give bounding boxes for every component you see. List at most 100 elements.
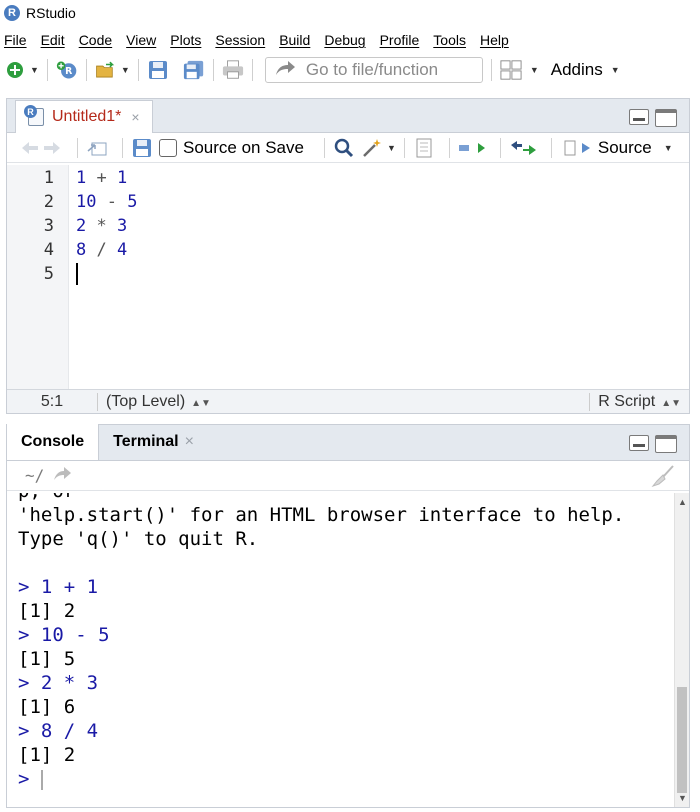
toolbar-divider [448,137,450,158]
updown-arrows-icon: ▲▼ [661,397,681,409]
new-file-icon[interactable] [4,59,26,81]
toolbar-divider [490,59,492,81]
menu-bar: File Edit Code View Plots Session Build … [0,28,700,52]
addins-label: Addins [550,60,603,79]
console-command: > 1 + 1 [18,576,99,598]
toolbar-divider [323,137,325,158]
menu-help[interactable]: Help [480,32,509,48]
console-result: [1] 5 [18,648,76,670]
toolbar-divider [85,59,87,81]
source-pane-window-controls [629,109,677,127]
console-command: > 8 / 4 [18,720,99,742]
new-file-dropdown-icon[interactable]: ▼ [30,65,39,75]
menu-profile[interactable]: Profile [380,32,420,48]
line-number: 2 [43,192,54,212]
menu-file[interactable]: File [4,32,27,48]
source-tab-bar: R Untitled1* × [7,99,689,133]
console-pane: Console Terminal × ~/ p, or 'help.start(… [6,424,690,808]
code-line: 8 / 4 [76,240,128,260]
line-number: 1 [43,168,54,188]
scroll-down-icon[interactable]: ▼ [678,793,687,803]
code-area[interactable]: 1 + 1 10 - 5 2 * 3 8 / 4 [69,165,137,389]
console-prompt: > [18,768,30,790]
source-pane: R Untitled1* × Source on Save ▼ Source ▼… [6,98,690,414]
text-cursor [76,263,78,285]
console-result: [1] 2 [18,744,76,766]
go-to-arrow-icon [274,59,296,82]
clear-console-broom-icon[interactable] [651,465,675,491]
window-title: RStudio [26,5,76,21]
print-icon[interactable] [222,59,244,81]
code-tools-dropdown-icon[interactable]: ▼ [387,143,396,153]
close-terminal-icon[interactable]: × [185,433,194,451]
go-to-file-placeholder: Go to file/function [305,60,439,79]
open-file-icon[interactable] [95,59,117,81]
menu-debug[interactable]: Debug [324,32,365,48]
save-document-icon[interactable] [131,137,153,159]
menu-code[interactable]: Code [79,32,112,48]
open-file-dropdown-icon[interactable]: ▼ [121,65,130,75]
save-all-icon[interactable] [183,59,205,81]
save-icon[interactable] [147,59,169,81]
new-project-icon[interactable]: R [56,59,78,81]
minimize-pane-icon[interactable] [629,435,649,451]
rerun-icon[interactable] [509,137,537,159]
run-line-icon[interactable] [458,137,486,159]
pane-layout-icon[interactable] [500,59,522,81]
code-line: 1 + 1 [76,168,128,188]
search-icon[interactable] [333,137,355,159]
console-working-directory: ~/ [7,461,689,491]
back-arrow-icon[interactable] [19,137,41,159]
menu-tools[interactable]: Tools [433,32,466,48]
scroll-up-icon[interactable]: ▲ [678,497,687,507]
console-cursor [40,769,43,790]
tab-untitled1-label: Untitled1* [52,108,122,125]
maximize-pane-icon[interactable] [655,109,677,127]
source-dropdown-icon[interactable]: ▼ [664,143,673,153]
updown-arrows-icon: ▲▼ [191,397,211,409]
menu-session[interactable]: Session [215,32,265,48]
forward-arrow-icon[interactable] [41,137,63,159]
menu-build[interactable]: Build [279,32,310,48]
file-type-selector[interactable]: R Script ▲▼ [589,392,689,411]
svg-text:R: R [65,66,72,77]
source-status-bar: 5:1 (Top Level) ▲▼ R Script ▲▼ [7,389,689,413]
show-in-new-window-icon[interactable] [86,137,108,159]
tab-console[interactable]: Console [7,424,100,460]
toolbar-divider [212,59,214,81]
code-tools-wand-icon[interactable] [361,137,383,159]
console-input-line[interactable]: > [18,767,675,791]
source-button[interactable]: Source ▼ [564,137,673,159]
scrollbar-thumb[interactable] [677,687,687,793]
tab-terminal[interactable]: Terminal × [99,424,208,460]
code-line-current [76,262,137,286]
scope-selector[interactable]: (Top Level) ▲▼ [98,393,589,411]
go-to-directory-icon[interactable] [52,466,72,486]
go-to-file-input[interactable]: Go to file/function [264,57,483,83]
maximize-pane-icon[interactable] [655,435,677,453]
console-pane-window-controls [629,435,677,453]
pane-layout-dropdown-icon[interactable]: ▼ [530,65,539,75]
compile-report-icon[interactable] [413,137,435,159]
menu-edit[interactable]: Edit [41,32,65,48]
menu-plots[interactable]: Plots [170,32,201,48]
addins-menu[interactable]: Addins ▼ [551,60,620,80]
line-number-gutter: 1 2 3 4 5 [7,165,69,389]
console-scrollbar[interactable]: ▲ ▼ [674,493,689,807]
toolbar-divider [77,137,78,158]
rstudio-logo-icon: R [4,5,20,21]
source-on-save-checkbox[interactable] [159,138,177,157]
minimize-pane-icon[interactable] [629,109,649,125]
toolbar-divider [137,59,139,81]
menu-view[interactable]: View [126,32,156,48]
title-bar: R RStudio [0,0,700,26]
cursor-position: 5:1 [40,392,64,410]
console-command: > 10 - 5 [18,624,110,646]
source-button-label: Source [597,137,652,157]
code-editor[interactable]: 1 2 3 4 5 1 + 1 10 - 5 2 * 3 8 / 4 [7,165,689,389]
close-tab-icon[interactable]: × [131,109,139,125]
tab-untitled1[interactable]: R Untitled1* × [15,100,153,133]
toolbar-divider [251,59,253,81]
console-output[interactable]: p, or 'help.start()' for an HTML browser… [7,493,675,807]
